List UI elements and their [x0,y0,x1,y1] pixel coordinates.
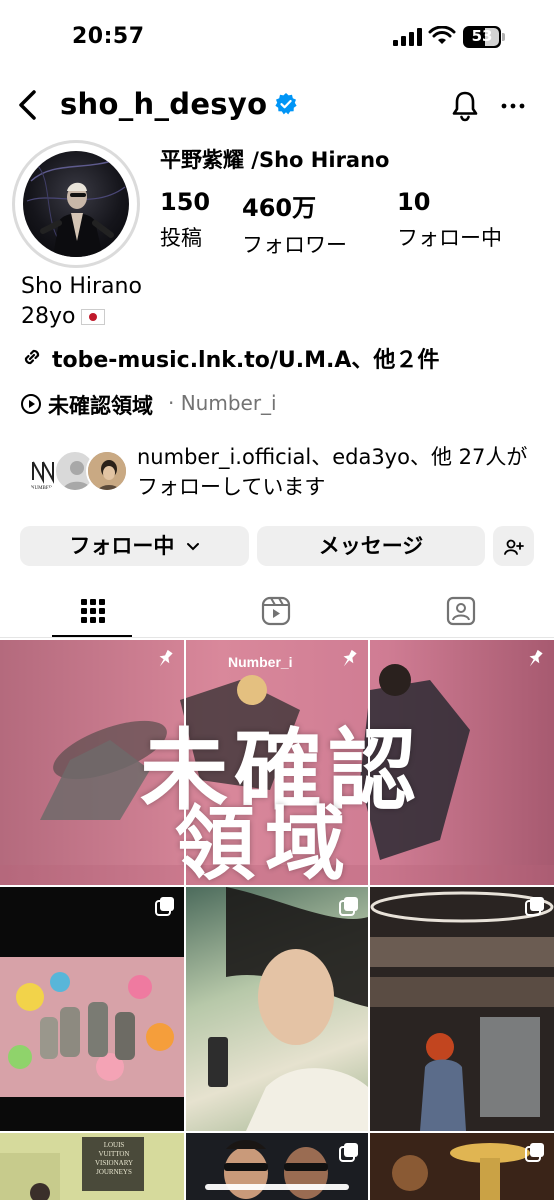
pin-icon [343,649,357,667]
pin-icon [529,649,543,667]
stat-followers-label: フォロワー [242,233,347,257]
profile-username: sho_h_desyo [60,87,268,121]
post-4-photo [0,957,184,1097]
play-circle-icon [21,394,41,414]
stat-followers[interactable]: 460万 フォロワー [242,188,347,259]
profile-display-name: 平野紫耀 /Sho Hirano [160,148,390,172]
stat-following[interactable]: 10 フォロー中 [397,188,502,252]
verified-badge-icon [275,93,297,115]
add-person-icon [503,539,524,555]
post-7-lv-text: LOUIS VUITTON VISIONARY JOURNEYS [94,1141,134,1176]
suggest-users-button[interactable] [493,526,534,566]
grid-post-4[interactable] [0,887,184,1131]
wifi-icon [428,26,456,44]
notification-bell-icon[interactable] [450,90,480,122]
grid-icon [81,599,105,623]
carousel-icon [339,897,358,916]
profile-header: sho_h_desyo [0,78,554,134]
japan-flag-icon [81,309,106,325]
posts-grid: Number_i 未確認 領域 LOUIS VUITTON VISIONARY … [0,640,554,1200]
tagged-person-icon [446,596,476,626]
avatar-photo [26,158,126,257]
tab-posts-grid[interactable] [0,586,184,638]
active-tab-indicator [52,635,132,637]
grid-post-6[interactable] [370,887,554,1131]
home-indicator[interactable] [205,1184,349,1190]
grid-post-3[interactable] [370,640,554,885]
following-button[interactable]: フォロー中 [20,526,249,566]
profile-tabs [0,586,554,638]
battery-icon: 53 [463,26,505,48]
chevron-down-icon [186,543,199,551]
tab-tagged[interactable] [370,586,554,638]
grid-post-9[interactable] [370,1133,554,1200]
cellular-signal-icon [393,28,422,46]
music-title: 未確認領域 [48,394,153,418]
battery-percent: 53 [471,27,493,45]
post-6-photo [370,891,554,1131]
mutual-followers-text: number_i.official、eda3yo、他 27人がフォローしています [137,445,528,499]
stat-posts-count: 150 [160,188,211,216]
music-artist: · Number_i [168,391,277,415]
status-bar: 20:57 53 [0,0,554,78]
carousel-icon [155,897,174,916]
grid-post-2[interactable] [186,640,368,885]
stat-following-label: フォロー中 [397,226,502,250]
stat-following-count: 10 [397,188,431,216]
mutual-avatar-eda3yo [86,450,128,492]
stat-followers-count: 460万 [242,194,317,222]
number-i-logo-text: NUMBER I [31,486,56,491]
status-time: 20:57 [72,24,145,49]
carousel-icon [525,897,544,916]
tab-reels[interactable] [185,586,369,638]
message-button-label: メッセージ [318,534,424,558]
bio-link-text: tobe-music.lnk.to/U.M.A、他２件 [52,348,440,373]
reels-icon [261,596,291,626]
action-buttons: フォロー中 メッセージ [20,526,534,566]
message-button[interactable]: メッセージ [257,526,485,566]
profile-avatar-ring[interactable] [12,140,140,268]
profile-avatar [23,151,129,257]
mutual-followers[interactable]: NUMBER I number_i.official、eda3yo、他 27人が… [20,440,540,502]
grid-post-7[interactable]: LOUIS VUITTON VISIONARY JOURNEYS [0,1133,184,1200]
eda3yo-avatar-photo [88,452,126,490]
bio-age-line: 28yo [21,304,106,329]
stat-posts[interactable]: 150 投稿 [160,188,210,252]
grid-post-5[interactable] [186,887,368,1131]
pin-icon [159,649,173,667]
grid-post-1[interactable] [0,640,184,885]
carousel-icon [525,1143,544,1162]
bio-name: Sho Hirano [21,274,142,299]
more-options-icon[interactable] [500,94,526,118]
link-icon [24,349,40,365]
post-5-photo [208,887,368,1131]
stat-posts-label: 投稿 [160,226,202,250]
carousel-icon [339,1143,358,1162]
following-button-label: フォロー中 [69,534,175,558]
bio-age: 28yo [21,304,76,329]
back-arrow-icon[interactable] [14,88,42,122]
